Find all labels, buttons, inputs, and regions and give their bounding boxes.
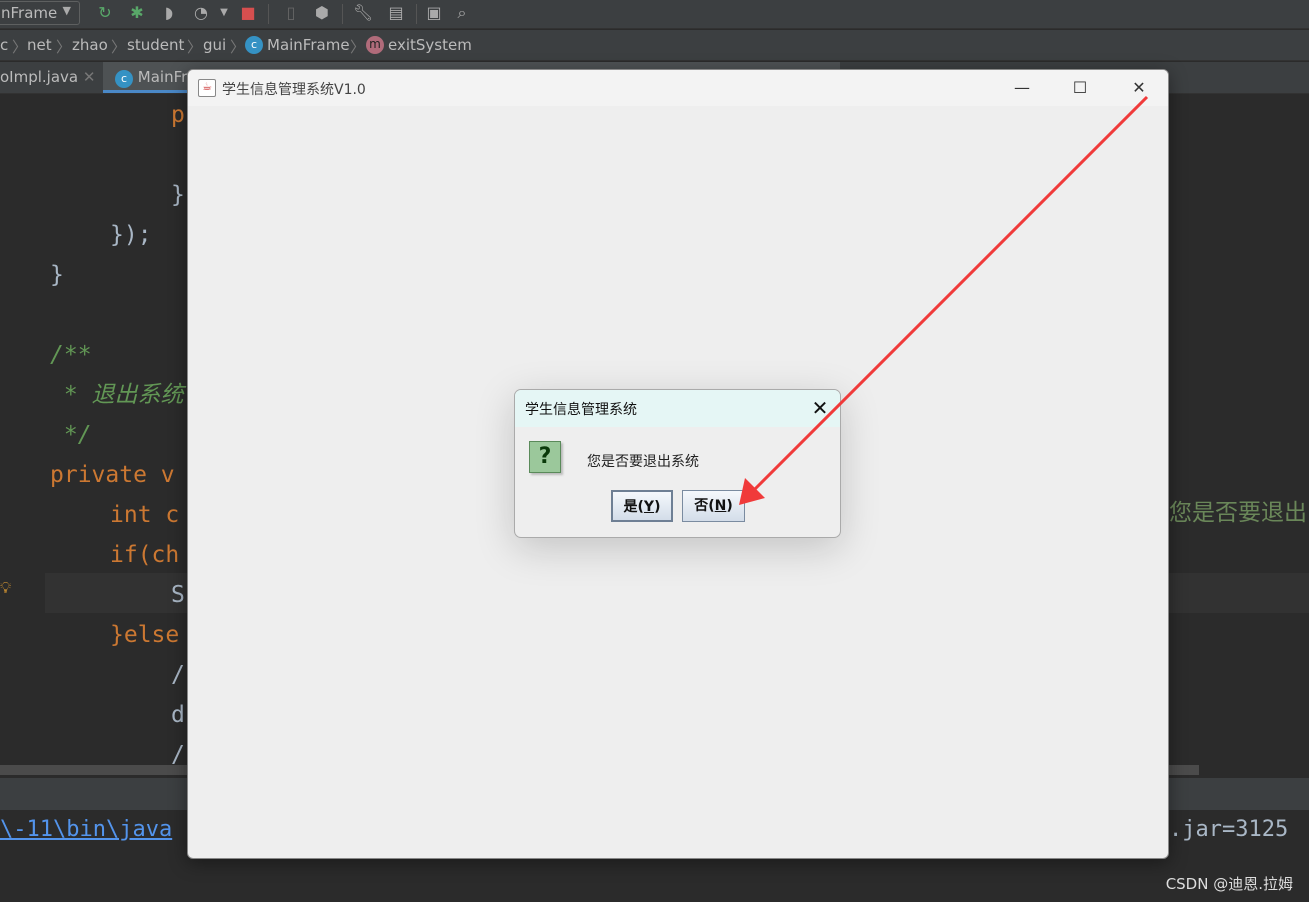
arrow-line <box>750 95 1149 494</box>
annotation-arrow <box>739 95 1149 505</box>
